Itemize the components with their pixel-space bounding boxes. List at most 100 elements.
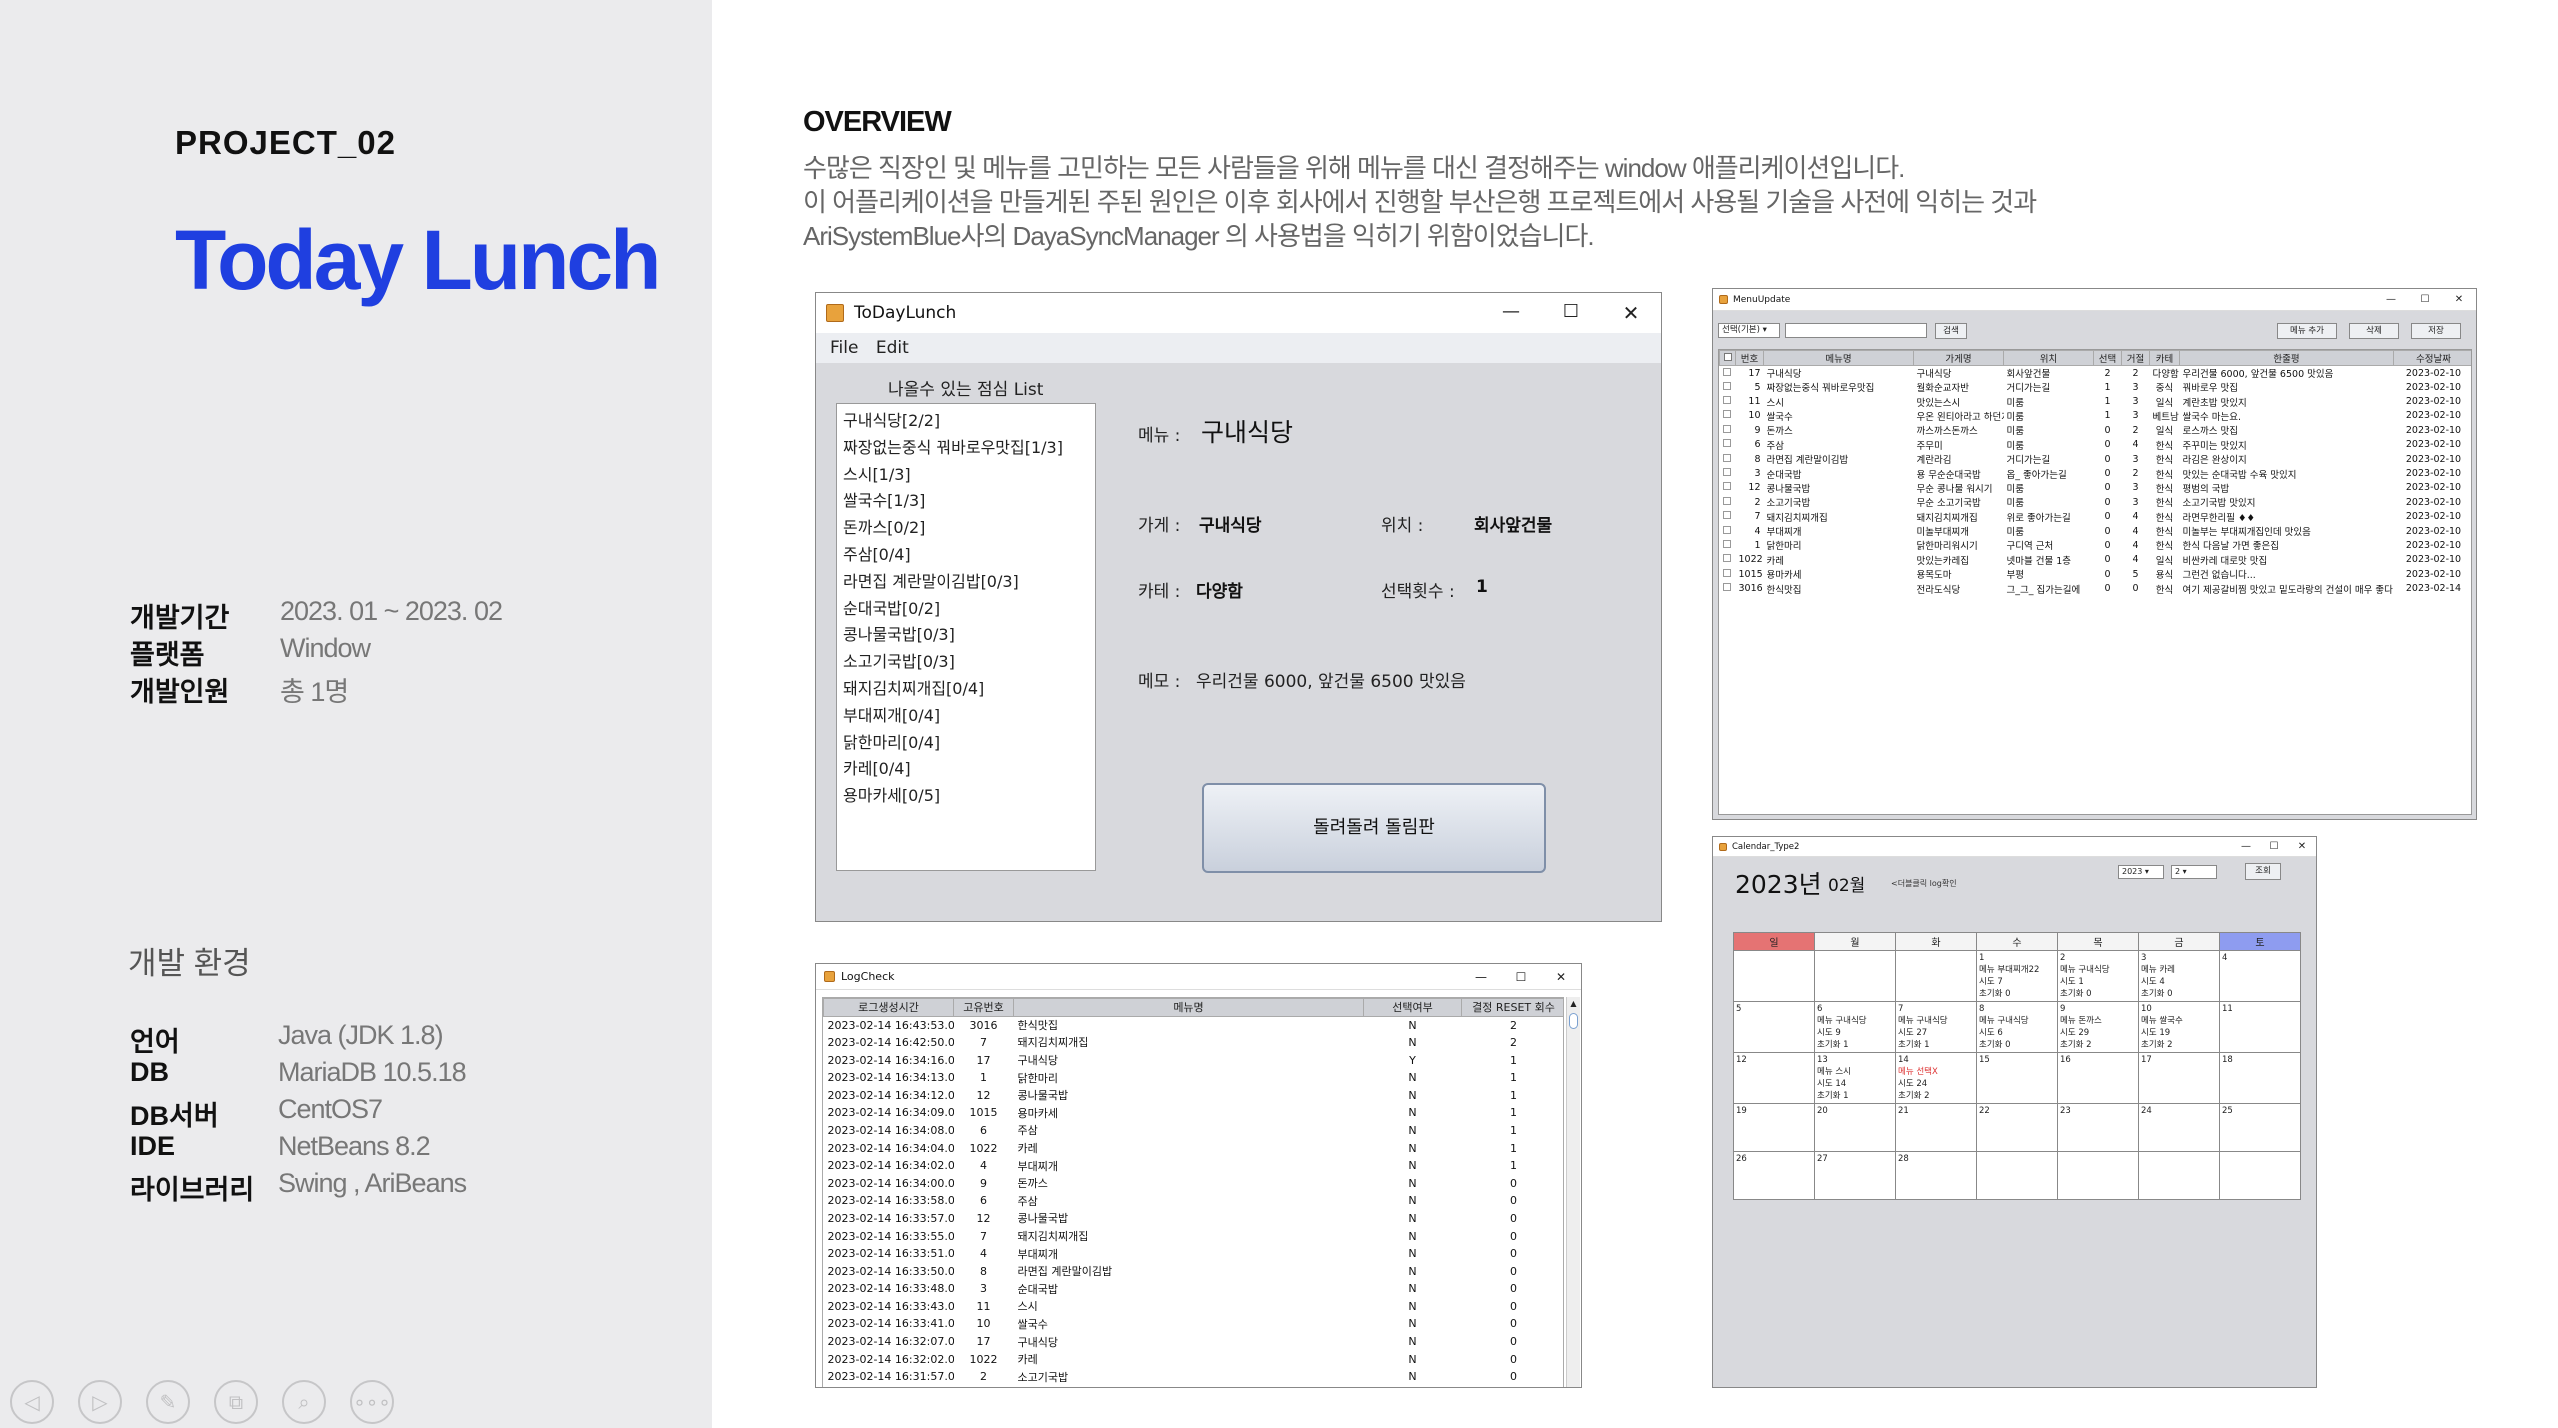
- list-item[interactable]: 구내식당[2/2]: [843, 408, 1089, 435]
- table-row[interactable]: 5 짜장없는중식 꿔바로우맛집 월화순교자반 거디가는길 1 3 중식 꿔바로우 맛집 2023…: [1720, 380, 2472, 394]
- calendar-day[interactable]: [2219, 1151, 2301, 1200]
- column-header[interactable]: 한줄평: [2179, 350, 2394, 366]
- column-header[interactable]: 로그생성시간: [823, 998, 954, 1017]
- table-row[interactable]: 2023-02-14 16:34:02.0 4 부대찌개 N 1: [824, 1157, 1564, 1175]
- calendar-day[interactable]: 4: [2219, 950, 2301, 1002]
- row-checkbox[interactable]: [1720, 466, 1736, 480]
- table-row[interactable]: 9 돈까스 까스까스돈까스 미룸 0 2 일식 로스까스 맛집 2023-02-10: [1720, 423, 2472, 437]
- table-row[interactable]: 8 라면집 계란말이김밥 계란라김 거디가는길 0 3 한식 라김은 완상이지 2023-02-…: [1720, 452, 2472, 466]
- minimize-icon[interactable]: —: [1481, 301, 1541, 325]
- list-item[interactable]: 콩나물국밥[0/3]: [843, 622, 1089, 649]
- table-row[interactable]: 2023-02-14 16:33:58.0 6 주삼 N 0: [824, 1192, 1564, 1210]
- table-row[interactable]: 2023-02-14 16:33:57.0 12 콩나물국밥 N 0: [824, 1210, 1564, 1228]
- more-icon[interactable]: ∘∘∘: [350, 1380, 394, 1424]
- category-select[interactable]: 선택(기본) ▾: [1718, 323, 1780, 338]
- column-header[interactable]: 가게명: [1913, 350, 2004, 366]
- column-header[interactable]: 수정날짜: [2393, 350, 2471, 366]
- calendar-day[interactable]: 2 메뉴 구내식당 시도 1 초기화 0: [2057, 950, 2139, 1002]
- calendar-day[interactable]: 3 메뉴 카레 시도 4 초기화 0: [2138, 950, 2220, 1002]
- next-icon[interactable]: ▷: [78, 1380, 122, 1424]
- checkbox-icon[interactable]: [1722, 554, 1731, 563]
- checkbox-icon[interactable]: [1722, 539, 1731, 548]
- list-item[interactable]: 주삼[0/4]: [843, 542, 1089, 569]
- copy-icon[interactable]: ⧉: [214, 1380, 258, 1424]
- table-row[interactable]: 3016 한식맛집 전라도식당 그_그_ 집가는길에 0 0 한식 여기 제공갈비찜 맛있고 …: [1720, 581, 2472, 596]
- scroll-up-icon[interactable]: ▲: [1567, 997, 1580, 1011]
- column-header[interactable]: 고유번호: [953, 998, 1014, 1017]
- column-header[interactable]: 거절: [2121, 350, 2150, 366]
- column-header[interactable]: 메뉴명: [1013, 998, 1364, 1017]
- table-row[interactable]: 10 쌀국수 우온 왼티아라고 하던지 미룸 1 3 베트남 쌀국수 마는요. 2023-02-…: [1720, 409, 2472, 423]
- column-header[interactable]: 결정 RESET 회수: [1461, 998, 1563, 1017]
- checkbox-icon[interactable]: [1722, 439, 1731, 448]
- row-checkbox[interactable]: [1720, 409, 1736, 423]
- checkbox-icon[interactable]: [1722, 367, 1731, 376]
- maximize-icon[interactable]: ☐: [1541, 301, 1601, 325]
- calendar-day[interactable]: 21: [1895, 1103, 1977, 1152]
- checkbox-icon[interactable]: [1722, 511, 1731, 520]
- calendar-day[interactable]: 22: [1976, 1103, 2058, 1152]
- calendar-day[interactable]: 16: [2057, 1052, 2139, 1104]
- table-row[interactable]: 2023-02-14 16:34:04.0 1022 카레 N 1: [824, 1139, 1564, 1157]
- calendar-day[interactable]: 1 메뉴 부대찌개22 시도 7 초기화 0: [1976, 950, 2058, 1002]
- column-header[interactable]: 카테: [2149, 350, 2180, 366]
- column-header[interactable]: 메뉴명: [1763, 350, 1914, 366]
- table-row[interactable]: 2023-02-14 16:32:02.0 1022 카레 N 0: [824, 1350, 1564, 1368]
- table-row[interactable]: 11 스시 맛있는스시 미룸 1 3 일식 계란초밥 맛있지 2023-02-10: [1720, 394, 2472, 409]
- row-checkbox[interactable]: [1720, 452, 1736, 466]
- calendar-day[interactable]: 26: [1733, 1151, 1815, 1200]
- calendar-day[interactable]: [1895, 950, 1977, 1002]
- checkbox-icon[interactable]: [1722, 410, 1731, 419]
- calendar-day[interactable]: 19: [1733, 1103, 1815, 1152]
- calendar-day[interactable]: 7 메뉴 구내식당 시도 27 초기화 1: [1895, 1001, 1977, 1053]
- list-item[interactable]: 용마카세[0/5]: [843, 783, 1089, 810]
- table-row[interactable]: 1015 용마카세 용목도마 부평 0 5 용식 그런건 없습니다... 2023-02-10: [1720, 567, 2472, 581]
- column-header[interactable]: 선택: [2093, 350, 2122, 366]
- calendar-day[interactable]: [1814, 950, 1896, 1002]
- table-row[interactable]: 2023-02-14 16:33:41.0 10 쌀국수 N 0: [824, 1315, 1564, 1333]
- column-header[interactable]: 위치: [2003, 350, 2094, 366]
- row-checkbox[interactable]: [1720, 510, 1736, 524]
- table-row[interactable]: 3 순대국밥 용 무순순대국밥 옵_ 좋아가는길 0 2 한식 맛있는 순대국밥 수육 맛있지…: [1720, 466, 2472, 481]
- pen-icon[interactable]: ✎: [146, 1380, 190, 1424]
- menu-file[interactable]: File: [830, 338, 858, 358]
- close-icon[interactable]: ✕: [1601, 301, 1661, 325]
- row-checkbox[interactable]: [1720, 524, 1736, 538]
- row-checkbox[interactable]: [1720, 495, 1736, 509]
- list-item[interactable]: 소고기국밥[0/3]: [843, 649, 1089, 676]
- checkbox-icon[interactable]: [1722, 482, 1731, 491]
- row-checkbox[interactable]: [1720, 481, 1736, 495]
- table-row[interactable]: 6 주삼 주무미 미룸 0 4 한식 주꾸미는 맛있지 2023-02-10: [1720, 438, 2472, 452]
- list-item[interactable]: 부대찌개[0/4]: [843, 703, 1089, 730]
- table-row[interactable]: 2023-02-14 16:33:51.0 4 부대찌개 N 0: [824, 1245, 1564, 1263]
- row-checkbox[interactable]: [1720, 581, 1736, 595]
- table-row[interactable]: 2023-02-14 16:33:55.0 7 돼지김치찌개집 N 0: [824, 1227, 1564, 1245]
- maximize-icon[interactable]: ☐: [1501, 970, 1541, 984]
- close-icon[interactable]: ✕: [1541, 970, 1581, 984]
- menu-edit[interactable]: Edit: [876, 338, 909, 358]
- calendar-day[interactable]: [2138, 1151, 2220, 1200]
- list-item[interactable]: 쌀국수[1/3]: [843, 488, 1089, 515]
- query-button[interactable]: 조회: [2245, 863, 2281, 880]
- calendar-day[interactable]: 14 메뉴 선택X 시도 24 초기화 2: [1895, 1052, 1977, 1104]
- minimize-icon[interactable]: —: [1461, 970, 1501, 984]
- checkbox-icon[interactable]: [1722, 424, 1731, 433]
- search-input[interactable]: [1785, 323, 1927, 338]
- table-row[interactable]: 2023-02-14 16:43:53.0 3016 한식맛집 N 2: [824, 1016, 1564, 1034]
- table-row[interactable]: 2023-02-14 16:33:43.0 11 스시 N 0: [824, 1298, 1564, 1316]
- table-row[interactable]: 4 부대찌개 미놀부대찌개 미룸 0 4 한식 미놀부는 부대찌개집인데 맛있음 2023-02…: [1720, 524, 2472, 538]
- scrollbar[interactable]: ▲: [1566, 997, 1580, 1387]
- calendar-day[interactable]: 20: [1814, 1103, 1896, 1152]
- checkbox-icon[interactable]: [1722, 568, 1731, 577]
- table-row[interactable]: 2023-02-14 16:34:00.0 9 돈까스 N 0: [824, 1174, 1564, 1192]
- close-icon[interactable]: ✕: [2288, 841, 2316, 852]
- column-header[interactable]: 번호: [1735, 350, 1764, 366]
- checkbox-icon[interactable]: [1722, 525, 1731, 534]
- calendar-day[interactable]: [1976, 1151, 2058, 1200]
- checkbox-icon[interactable]: [1722, 396, 1731, 405]
- prev-icon[interactable]: ◁: [10, 1380, 54, 1424]
- calendar-day[interactable]: 25: [2219, 1103, 2301, 1152]
- row-checkbox[interactable]: [1720, 380, 1736, 394]
- list-item[interactable]: 스시[1/3]: [843, 462, 1089, 489]
- table-row[interactable]: 2023-02-14 16:34:09.0 1015 용마카세 N 1: [824, 1104, 1564, 1122]
